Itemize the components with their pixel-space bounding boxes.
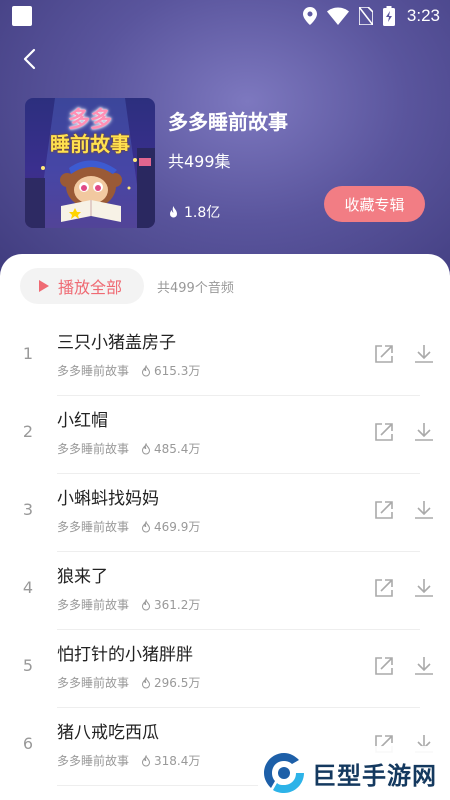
flame-outline-icon xyxy=(142,364,151,376)
chevron-left-icon xyxy=(23,48,36,70)
flame-outline-icon xyxy=(142,442,151,454)
flame-outline-icon xyxy=(142,754,151,766)
track-plays: 615.3万 xyxy=(141,362,200,379)
track-total: 共499个音频 xyxy=(157,281,234,296)
track-meta: 多多睡前故事 615.3万 xyxy=(57,362,200,379)
track-plays-value: 296.5万 xyxy=(154,676,201,690)
track-row[interactable]: 1 三只小猪盖房子 多多睡前故事 615.3万 xyxy=(0,318,450,396)
track-album: 多多睡前故事 xyxy=(57,598,130,612)
no-sim-icon xyxy=(358,7,373,25)
flame-outline-icon xyxy=(142,598,151,610)
watermark-logo-icon xyxy=(264,753,304,793)
download-icon[interactable] xyxy=(412,576,436,600)
share-icon[interactable] xyxy=(372,498,396,522)
track-plays-value: 485.4万 xyxy=(154,442,201,456)
status-bar: 3:23 xyxy=(0,0,450,32)
track-title: 三只小猪盖房子 xyxy=(57,333,176,353)
track-index: 2 xyxy=(22,422,34,441)
track-meta: 多多睡前故事 361.2万 xyxy=(57,596,200,613)
track-title: 狼来了 xyxy=(57,567,108,587)
track-index: 6 xyxy=(22,734,34,753)
track-meta: 多多睡前故事 485.4万 xyxy=(57,440,200,457)
track-plays: 318.4万 xyxy=(141,752,200,769)
track-album: 多多睡前故事 xyxy=(57,364,130,378)
track-row[interactable]: 2 小红帽 多多睡前故事 485.4万 xyxy=(0,396,450,474)
cover-title-line2: 睡前故事 xyxy=(50,132,130,156)
download-icon[interactable] xyxy=(412,498,436,522)
album-plays-value: 1.8亿 xyxy=(184,205,221,221)
track-meta: 多多睡前故事 296.5万 xyxy=(57,674,200,691)
track-album: 多多睡前故事 xyxy=(57,676,130,690)
notification-icon xyxy=(12,6,32,26)
track-title: 小蝌蚪找妈妈 xyxy=(57,489,159,509)
album-title: 多多睡前故事 xyxy=(168,110,288,134)
location-icon xyxy=(302,7,317,25)
flame-icon xyxy=(170,205,177,217)
track-meta: 多多睡前故事 469.9万 xyxy=(57,518,200,535)
track-plays: 485.4万 xyxy=(141,440,200,457)
battery-icon xyxy=(382,6,395,26)
album-cover: 多多 睡前故事 xyxy=(25,98,155,228)
track-plays-value: 469.9万 xyxy=(154,520,201,534)
track-plays-value: 361.2万 xyxy=(154,598,201,612)
track-title: 小红帽 xyxy=(57,411,108,431)
back-button[interactable] xyxy=(14,44,44,74)
track-plays-value: 318.4万 xyxy=(154,754,201,768)
wifi-icon xyxy=(326,7,349,25)
track-album: 多多睡前故事 xyxy=(57,754,130,768)
download-icon[interactable] xyxy=(412,654,436,678)
play-all-label: 播放全部 xyxy=(58,278,123,297)
track-row[interactable]: 4 狼来了 多多睡前故事 361.2万 xyxy=(0,552,450,630)
track-index: 3 xyxy=(22,500,34,519)
track-meta: 多多睡前故事 318.4万 xyxy=(57,752,200,769)
track-plays-value: 615.3万 xyxy=(154,364,201,378)
track-plays: 296.5万 xyxy=(141,674,200,691)
track-plays: 469.9万 xyxy=(141,518,200,535)
status-time: 3:23 xyxy=(406,6,440,25)
collect-album-button[interactable]: 收藏专辑 xyxy=(324,186,425,222)
play-icon xyxy=(39,280,49,292)
share-icon[interactable] xyxy=(372,420,396,444)
track-album: 多多睡前故事 xyxy=(57,442,130,456)
album-plays: 1.8亿 xyxy=(168,202,220,222)
track-index: 1 xyxy=(22,344,34,363)
share-icon[interactable] xyxy=(372,576,396,600)
download-icon[interactable] xyxy=(412,342,436,366)
track-row[interactable]: 3 小蝌蚪找妈妈 多多睡前故事 469.9万 xyxy=(0,474,450,552)
track-index: 4 xyxy=(22,578,34,597)
share-icon[interactable] xyxy=(372,342,396,366)
track-row[interactable]: 5 怕打针的小猪胖胖 多多睡前故事 296.5万 xyxy=(0,630,450,708)
watermark: 巨型手游网 xyxy=(258,746,450,800)
track-list-panel: 播放全部 共499个音频 1 三只小猪盖房子 多多睡前故事 615.3万 2 小… xyxy=(0,254,450,800)
track-title: 怕打针的小猪胖胖 xyxy=(57,645,193,665)
track-plays: 361.2万 xyxy=(141,596,200,613)
play-all-button[interactable]: 播放全部 xyxy=(20,268,144,304)
track-index: 5 xyxy=(22,656,34,675)
flame-outline-icon xyxy=(142,520,151,532)
flame-outline-icon xyxy=(142,676,151,688)
episode-count: 共499集 xyxy=(168,152,231,171)
track-title: 猪八戒吃西瓜 xyxy=(57,723,159,743)
download-icon[interactable] xyxy=(412,420,436,444)
watermark-text: 巨型手游网 xyxy=(312,761,437,790)
share-icon[interactable] xyxy=(372,654,396,678)
track-album: 多多睡前故事 xyxy=(57,520,130,534)
